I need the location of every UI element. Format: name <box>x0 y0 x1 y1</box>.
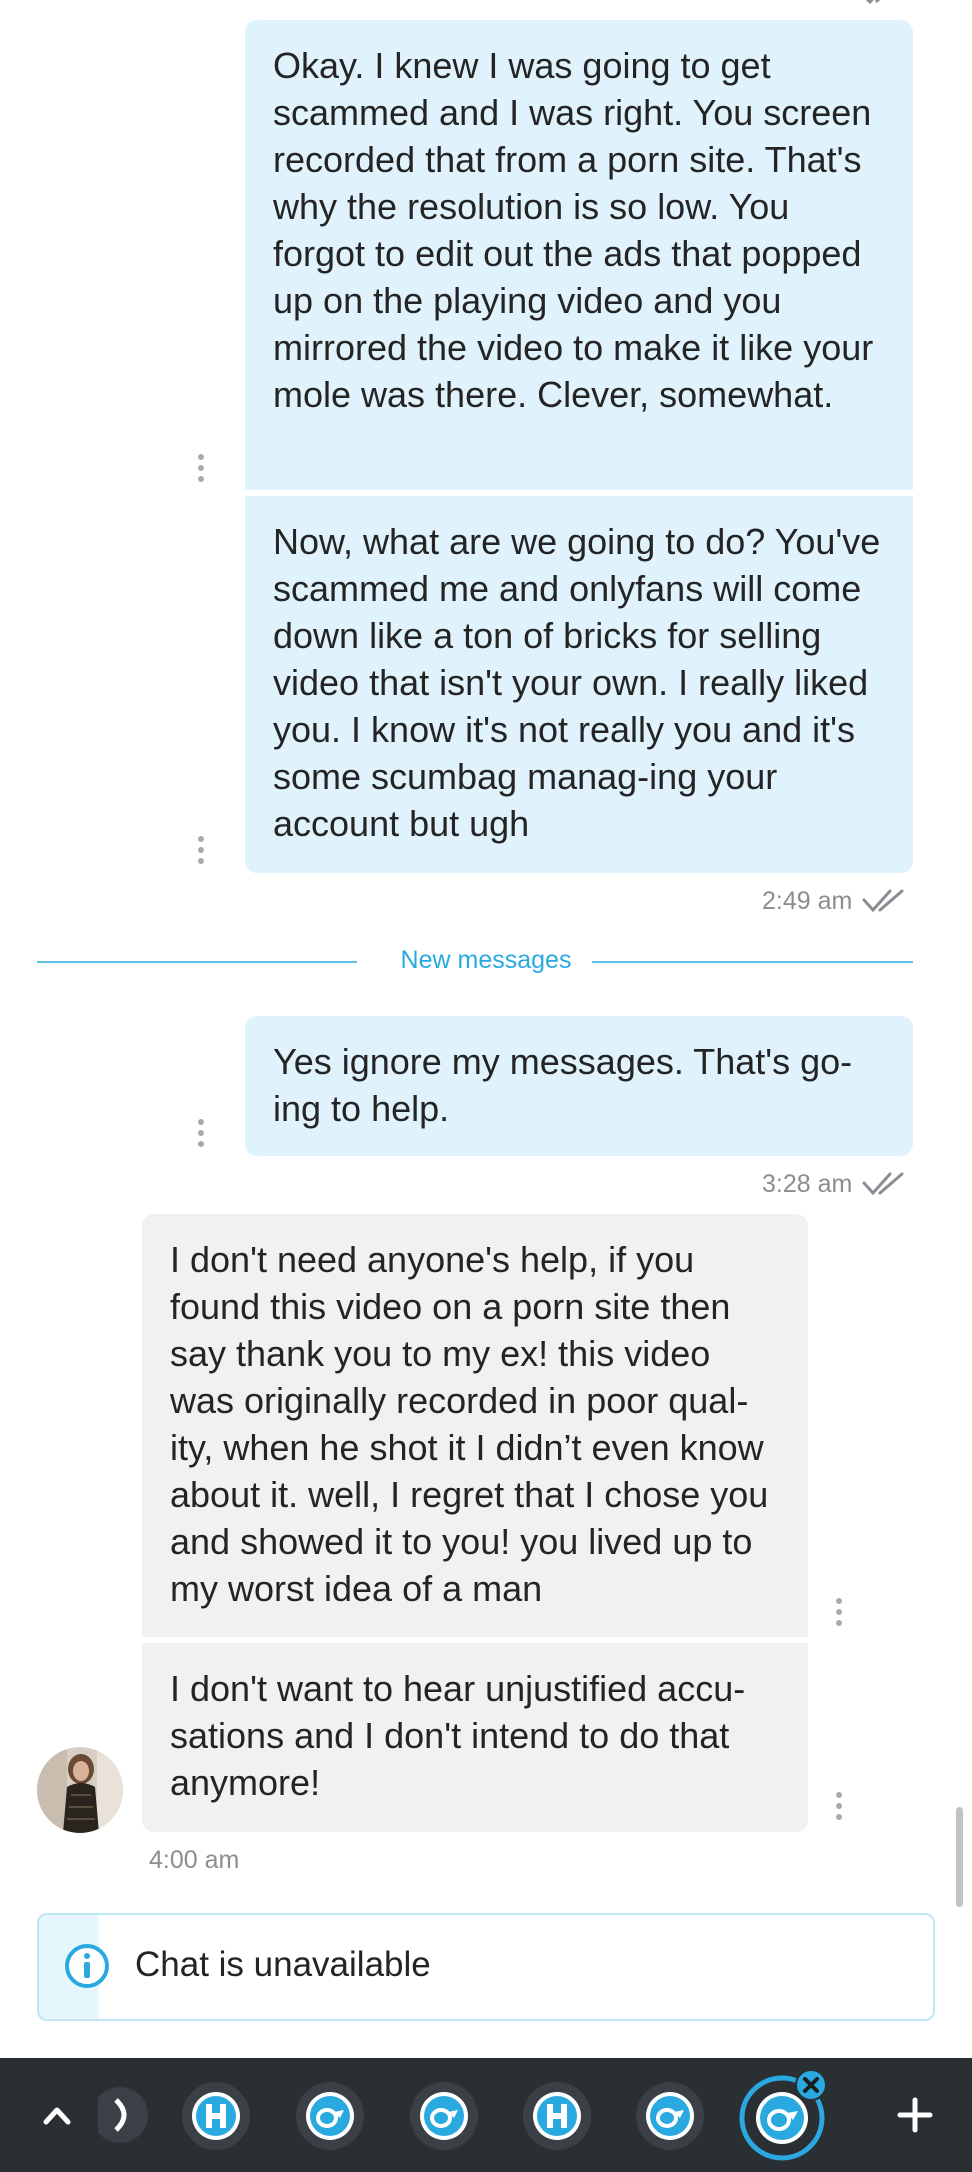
read-receipt-icon <box>862 889 904 913</box>
incoming-message[interactable]: I don't want to hear unjustified accu-sa… <box>142 1643 808 1832</box>
scrollbar-thumb[interactable] <box>956 1807 963 1907</box>
of-app-icon[interactable] <box>408 2080 480 2152</box>
of-app-icon[interactable] <box>634 2080 706 2152</box>
info-icon <box>65 1944 109 1988</box>
chevron-up-icon[interactable] <box>22 2080 92 2150</box>
chat-unavailable-notice: Chat is unavailable <box>37 1913 935 2021</box>
message-options-icon[interactable] <box>193 1119 209 1153</box>
read-receipt-icon <box>865 0 881 5</box>
partial-app-icon[interactable] <box>98 2080 168 2150</box>
message-options-icon[interactable] <box>831 1598 847 1632</box>
close-app-icon[interactable] <box>794 2068 828 2102</box>
bottom-taskbar <box>0 2058 972 2172</box>
outgoing-message[interactable]: Now, what are we going to do? You've sca… <box>245 496 913 873</box>
h-app-icon[interactable] <box>180 2080 252 2152</box>
message-options-icon[interactable] <box>193 836 209 870</box>
plus-icon[interactable] <box>880 2080 950 2150</box>
notice-text: Chat is unavailable <box>135 1945 431 1984</box>
message-options-icon[interactable] <box>193 454 209 488</box>
outgoing-message[interactable]: Okay. I knew I was going to get scammed … <box>245 20 913 490</box>
incoming-message[interactable]: I don't need anyone's help, if you found… <box>142 1214 808 1637</box>
of-app-icon[interactable] <box>294 2080 366 2152</box>
message-timestamp: 3:28 am <box>762 1170 853 1198</box>
outgoing-message[interactable]: Yes ignore my messages. That's go-ing to… <box>245 1016 913 1156</box>
avatar[interactable] <box>37 1747 123 1833</box>
message-options-icon[interactable] <box>831 1792 847 1826</box>
message-timestamp: 2:49 am <box>762 887 853 915</box>
message-timestamp: 4:00 am <box>149 1846 240 1874</box>
read-receipt-icon <box>862 1172 904 1196</box>
divider-line-right <box>592 961 913 963</box>
h-app-icon[interactable] <box>521 2080 593 2152</box>
